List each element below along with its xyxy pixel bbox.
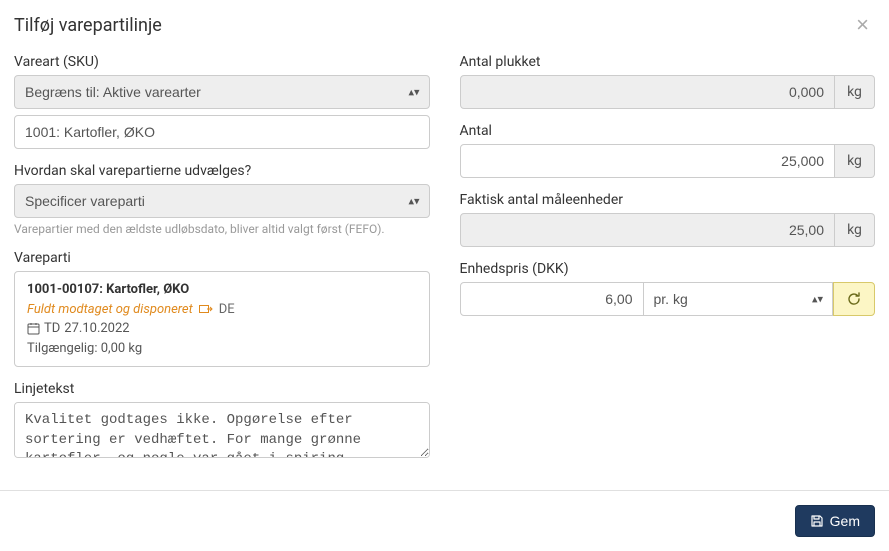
picked-input — [460, 75, 836, 109]
selection-label: Hvordan skal varepartierne udvælges? — [14, 163, 430, 179]
selection-value[interactable] — [14, 184, 430, 218]
qty-input[interactable] — [460, 144, 836, 178]
right-column: Antal plukket kg Antal kg Faktisk antal … — [460, 54, 876, 476]
modal-header: Tilføj varepartilinje × — [0, 0, 889, 48]
lot-status-row: Fuldt modtaget og disponeret DE — [27, 300, 417, 320]
sku-filter-select[interactable]: ▴▾ — [14, 75, 430, 109]
lot-available: Tilgængelig: 0,00 kg — [27, 339, 417, 359]
modal-footer: Gem — [0, 491, 889, 551]
price-input[interactable] — [460, 282, 644, 316]
price-unit-select[interactable]: ▴▾ — [644, 282, 834, 316]
lot-status: Fuldt modtaget og disponeret — [27, 300, 193, 320]
selection-select[interactable]: ▴▾ — [14, 184, 430, 218]
sku-value-input[interactable] — [14, 115, 430, 149]
linetext-input[interactable]: Kvalitet godtages ikke. Opgørelse efter … — [14, 402, 430, 458]
actual-unit: kg — [835, 213, 875, 247]
calendar-icon — [27, 322, 40, 335]
lot-date-prefix: TD — [44, 319, 60, 339]
linetext-label: Linjetekst — [14, 381, 430, 397]
save-button[interactable]: Gem — [795, 505, 875, 537]
picked-label: Antal plukket — [460, 54, 876, 70]
lot-country: DE — [219, 300, 235, 320]
lot-card[interactable]: 1001-00107: Kartofler, ØKO Fuldt modtage… — [14, 271, 430, 367]
lot-title: 1001-00107: Kartofler, ØKO — [27, 280, 417, 300]
picked-unit: kg — [835, 75, 875, 109]
lot-date: 27.10.2022 — [64, 319, 129, 339]
lot-label: Vareparti — [14, 250, 430, 266]
dispatch-icon — [199, 303, 213, 315]
modal-body: Vareart (SKU) ▴▾ Hvordan skal varepartie… — [0, 48, 889, 491]
picked-group: Antal plukket kg — [460, 54, 876, 109]
price-label: Enhedspris (DKK) — [460, 261, 876, 277]
price-refresh-button[interactable] — [833, 282, 875, 316]
qty-unit: kg — [835, 144, 875, 178]
selection-group: Hvordan skal varepartierne udvælges? ▴▾ … — [14, 163, 430, 236]
save-button-label: Gem — [830, 513, 860, 529]
refresh-icon — [846, 291, 862, 307]
sku-group: Vareart (SKU) ▴▾ — [14, 54, 430, 149]
actual-input — [460, 213, 836, 247]
add-lot-line-modal: Tilføj varepartilinje × Vareart (SKU) ▴▾… — [0, 0, 889, 525]
actual-group: Faktisk antal måleenheder kg — [460, 192, 876, 247]
close-icon: × — [856, 12, 869, 37]
modal-title: Tilføj varepartilinje — [14, 15, 162, 36]
lot-group: Vareparti 1001-00107: Kartofler, ØKO Ful… — [14, 250, 430, 367]
lot-date-row: TD 27.10.2022 — [27, 319, 417, 339]
price-group: Enhedspris (DKK) ▴▾ — [460, 261, 876, 316]
save-icon — [810, 514, 824, 528]
qty-label: Antal — [460, 123, 876, 139]
linetext-group: Linjetekst Kvalitet godtages ikke. Opgør… — [14, 381, 430, 462]
actual-label: Faktisk antal måleenheder — [460, 192, 876, 208]
selection-help: Varepartier med den ældste udløbsdato, b… — [14, 222, 430, 236]
qty-group: Antal kg — [460, 123, 876, 178]
sku-filter-value[interactable] — [14, 75, 430, 109]
sku-label: Vareart (SKU) — [14, 54, 430, 70]
price-unit-value[interactable] — [644, 282, 834, 316]
left-column: Vareart (SKU) ▴▾ Hvordan skal varepartie… — [14, 54, 430, 476]
close-button[interactable]: × — [852, 14, 873, 36]
